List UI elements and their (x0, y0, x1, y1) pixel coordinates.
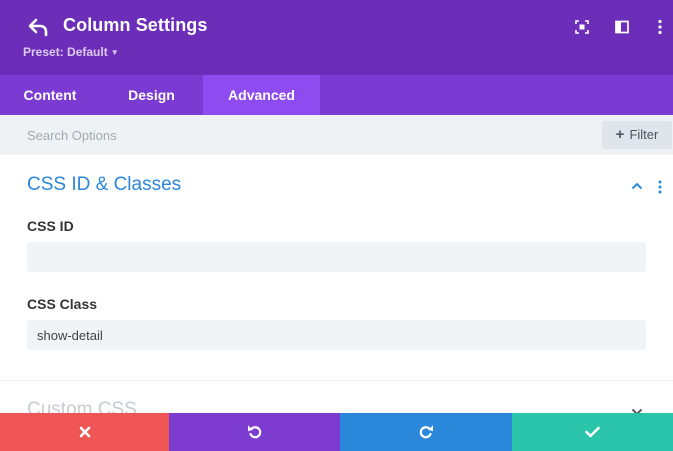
chevron-up-icon[interactable] (631, 182, 643, 190)
check-icon (585, 426, 600, 438)
section-options-icon[interactable] (658, 180, 662, 194)
search-bar: + Filter (0, 115, 673, 155)
redo-icon (419, 425, 433, 439)
tab-content[interactable]: Content (0, 75, 100, 115)
plus-icon: + (615, 126, 625, 143)
settings-content: CSS ID & Classes CSS ID CSS Class Custom… (0, 155, 673, 413)
close-icon (79, 426, 90, 438)
caret-down-icon: ▼ (110, 48, 119, 57)
filter-label: Filter (629, 127, 659, 142)
fullscreen-icon[interactable] (574, 19, 590, 35)
search-options-input[interactable] (0, 115, 590, 155)
discard-button[interactable] (0, 413, 169, 451)
footer-action-bar (0, 413, 673, 451)
css-id-label: CSS ID (27, 218, 74, 234)
redo-button[interactable] (340, 413, 512, 451)
css-id-field[interactable] (27, 242, 646, 272)
preset-label: Preset: Default (23, 45, 108, 59)
settings-header: Column Settings Preset: Default ▼ (0, 0, 673, 75)
back-arrow-icon[interactable] (28, 17, 50, 37)
tab-advanced[interactable]: Advanced (203, 75, 320, 115)
undo-button[interactable] (169, 413, 340, 451)
panel-title: Column Settings (63, 15, 208, 35)
section-divider (0, 380, 673, 381)
css-class-field[interactable] (27, 320, 646, 350)
tab-design[interactable]: Design (100, 75, 203, 115)
filter-button[interactable]: + Filter (602, 121, 672, 149)
css-class-label: CSS Class (27, 296, 98, 312)
save-button[interactable] (512, 413, 673, 451)
custom-css-section-title[interactable]: Custom CSS (27, 399, 137, 413)
preset-dropdown[interactable]: Preset: Default ▼ (23, 45, 119, 59)
more-options-icon[interactable] (652, 19, 668, 35)
split-view-icon[interactable] (614, 19, 630, 35)
section-title[interactable]: CSS ID & Classes (27, 174, 181, 196)
undo-icon (247, 425, 261, 439)
tab-bar: Content Design Advanced (0, 75, 673, 115)
